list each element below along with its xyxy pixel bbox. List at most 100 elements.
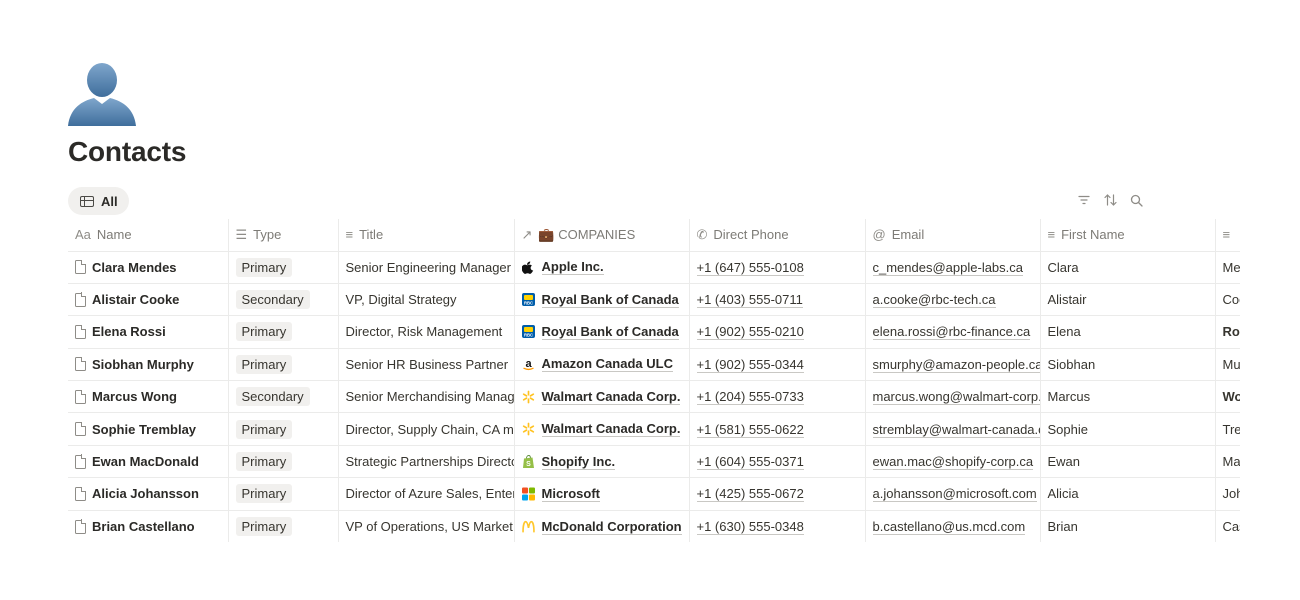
type-cell[interactable]: Primary — [227, 348, 338, 382]
company-cell[interactable]: S Shopify Inc. — [513, 445, 689, 479]
column-header-extra[interactable]: ≡ — [1214, 219, 1240, 252]
table-row[interactable]: Sophie Tremblay Primary Director, Supply C… — [68, 412, 1240, 446]
company-link[interactable]: Amazon Canada ULC — [541, 356, 673, 373]
search-icon[interactable] — [1128, 192, 1144, 208]
title-cell[interactable]: Strategic Partnerships Director — [337, 445, 514, 479]
table-row[interactable]: Siobhan Murphy Primary Senior HR Business … — [68, 348, 1240, 382]
company-cell[interactable]: McDonald Corporation — [513, 510, 689, 542]
email-cell[interactable]: marcus.wong@walmart-corp.ca — [864, 380, 1040, 414]
email-link[interactable]: elena.rossi@rbc-finance.ca — [872, 324, 1031, 341]
email-link[interactable]: b.castellano@us.mcd.com — [872, 519, 1026, 536]
direct-phone[interactable]: +1 (204) 555-0733 — [696, 389, 804, 406]
column-header-email[interactable]: @ Email — [864, 219, 1040, 252]
last-name-cell[interactable]: Mendes — [1214, 251, 1240, 284]
phone-cell[interactable]: +1 (902) 555-0210 — [688, 315, 865, 349]
title-cell[interactable]: VP, Digital Strategy — [337, 283, 514, 317]
name-cell[interactable]: Marcus Wong — [68, 380, 228, 414]
email-cell[interactable]: elena.rossi@rbc-finance.ca — [864, 315, 1040, 349]
name-cell[interactable]: Sophie Tremblay — [68, 412, 228, 446]
company-link[interactable]: McDonald Corporation — [541, 519, 682, 535]
contact-name[interactable]: Ewan MacDonald — [92, 454, 199, 469]
direct-phone[interactable]: +1 (425) 555-0672 — [696, 486, 804, 503]
company-cell[interactable]: RBC Royal Bank of Canada — [513, 283, 689, 317]
phone-cell[interactable]: +1 (204) 555-0733 — [688, 380, 865, 414]
page-title[interactable]: Contacts — [68, 136, 186, 168]
column-header-companies[interactable]: ↗ 💼 COMPANIES — [513, 219, 689, 252]
email-cell[interactable]: a.cooke@rbc-tech.ca — [864, 283, 1040, 317]
title-cell[interactable]: Director of Azure Sales, Enterprise — [337, 477, 514, 511]
first-name-cell[interactable]: Clara — [1039, 251, 1215, 284]
direct-phone[interactable]: +1 (902) 555-0344 — [696, 356, 804, 373]
last-name-cell[interactable]: Johansson — [1214, 477, 1240, 511]
title-cell[interactable]: VP of Operations, US Market — [337, 510, 514, 542]
table-row[interactable]: Alistair Cooke Secondary VP, Digital Strat… — [68, 283, 1240, 317]
email-link[interactable]: stremblay@walmart-canada.ca — [872, 421, 1040, 438]
first-name-cell[interactable]: Ewan — [1039, 445, 1215, 479]
phone-cell[interactable]: +1 (902) 555-0344 — [688, 348, 865, 382]
name-cell[interactable]: Elena Rossi — [68, 315, 228, 349]
company-link[interactable]: Walmart Canada Corp. — [541, 389, 681, 405]
type-cell[interactable]: Primary — [227, 510, 338, 542]
last-name-cell[interactable]: Castellano — [1214, 510, 1240, 542]
contact-name[interactable]: Brian Castellano — [92, 519, 195, 534]
title-cell[interactable]: Senior Merchandising Manager — [337, 380, 514, 414]
email-link[interactable]: c_mendes@apple-labs.ca — [872, 259, 1024, 276]
table-row[interactable]: Clara Mendes Primary Senior Engineering Ma… — [68, 251, 1240, 284]
contact-name[interactable]: Elena Rossi — [92, 324, 166, 339]
type-cell[interactable]: Secondary — [227, 380, 338, 414]
email-link[interactable]: a.johansson@microsoft.com — [872, 486, 1037, 503]
column-header-title[interactable]: ≡ Title — [337, 219, 514, 252]
direct-phone[interactable]: +1 (403) 555-0711 — [696, 292, 803, 309]
table-row[interactable]: Elena Rossi Primary Director, Risk Managem… — [68, 315, 1240, 349]
company-cell[interactable]: a Amazon Canada ULC — [513, 348, 689, 382]
name-cell[interactable]: Siobhan Murphy — [68, 348, 228, 382]
first-name-cell[interactable]: Brian — [1039, 510, 1215, 542]
phone-cell[interactable]: +1 (403) 555-0711 — [688, 283, 865, 317]
title-cell[interactable]: Director, Risk Management — [337, 315, 514, 349]
type-cell[interactable]: Primary — [227, 477, 338, 511]
email-link[interactable]: a.cooke@rbc-tech.ca — [872, 292, 996, 309]
column-header-type[interactable]: ☰ Type — [227, 219, 338, 252]
title-cell[interactable]: Senior Engineering Manager — [337, 251, 514, 284]
direct-phone[interactable]: +1 (902) 555-0210 — [696, 324, 804, 341]
email-link[interactable]: marcus.wong@walmart-corp.ca — [872, 389, 1040, 406]
name-cell[interactable]: Clara Mendes — [68, 251, 228, 284]
table-row[interactable]: Marcus Wong Secondary Senior Merchandising… — [68, 380, 1240, 414]
email-cell[interactable]: c_mendes@apple-labs.ca — [864, 251, 1040, 284]
column-header-first-name[interactable]: ≡ First Name — [1039, 219, 1215, 252]
company-cell[interactable]: Microsoft — [513, 477, 689, 511]
company-link[interactable]: Apple Inc. — [541, 259, 604, 276]
direct-phone[interactable]: +1 (647) 555-0108 — [696, 259, 804, 276]
type-cell[interactable]: Primary — [227, 251, 338, 284]
company-link[interactable]: Royal Bank of Canada — [541, 324, 679, 340]
email-link[interactable]: smurphy@amazon-people.ca — [872, 356, 1040, 373]
last-name-cell[interactable]: Cooke — [1214, 283, 1240, 317]
type-cell[interactable]: Primary — [227, 315, 338, 349]
last-name-cell[interactable]: MacDonald — [1214, 445, 1240, 479]
direct-phone[interactable]: +1 (581) 555-0622 — [696, 421, 804, 438]
type-cell[interactable]: Secondary — [227, 283, 338, 317]
company-cell[interactable]: Walmart Canada Corp. — [513, 380, 689, 414]
contact-name[interactable]: Marcus Wong — [92, 389, 177, 404]
first-name-cell[interactable]: Siobhan — [1039, 348, 1215, 382]
email-cell[interactable]: a.johansson@microsoft.com — [864, 477, 1040, 511]
contact-name[interactable]: Alistair Cooke — [92, 292, 179, 307]
email-cell[interactable]: smurphy@amazon-people.ca — [864, 348, 1040, 382]
company-link[interactable]: Royal Bank of Canada — [541, 292, 679, 308]
last-name-cell[interactable]: Rossi — [1214, 315, 1240, 349]
last-name-cell[interactable]: Murphy — [1214, 348, 1240, 382]
filter-icon[interactable] — [1076, 192, 1092, 208]
type-cell[interactable]: Primary — [227, 412, 338, 446]
email-cell[interactable]: stremblay@walmart-canada.ca — [864, 412, 1040, 446]
name-cell[interactable]: Alicia Johansson — [68, 477, 228, 511]
last-name-cell[interactable]: Tremblay — [1214, 412, 1240, 446]
first-name-cell[interactable]: Sophie — [1039, 412, 1215, 446]
contact-name[interactable]: Sophie Tremblay — [92, 422, 196, 437]
name-cell[interactable]: Alistair Cooke — [68, 283, 228, 317]
contact-name[interactable]: Siobhan Murphy — [92, 357, 194, 372]
company-cell[interactable]: RBC Royal Bank of Canada — [513, 315, 689, 349]
direct-phone[interactable]: +1 (604) 555-0371 — [696, 454, 804, 471]
contact-name[interactable]: Alicia Johansson — [92, 486, 199, 501]
last-name-cell[interactable]: Wong — [1214, 380, 1240, 414]
first-name-cell[interactable]: Elena — [1039, 315, 1215, 349]
